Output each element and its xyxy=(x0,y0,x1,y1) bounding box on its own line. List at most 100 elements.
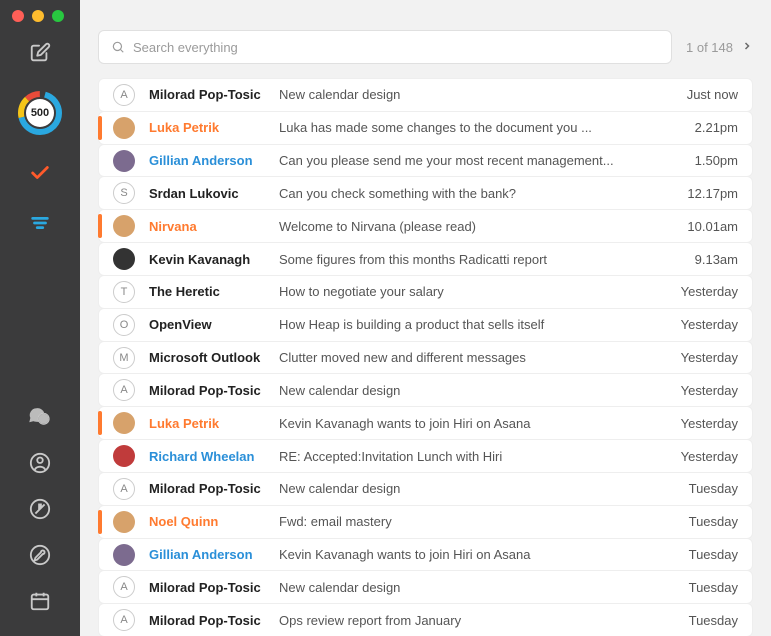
message-list: AMilorad Pop-TosicNew calendar designJus… xyxy=(98,78,753,636)
timestamp: Just now xyxy=(687,87,738,102)
profile-icon[interactable] xyxy=(27,450,53,476)
timestamp: Yesterday xyxy=(681,350,738,365)
settings-icon[interactable] xyxy=(27,542,53,568)
subject: Fwd: email mastery xyxy=(279,514,689,529)
pager-next-icon[interactable] xyxy=(741,40,753,55)
timestamp: 12.17pm xyxy=(687,186,738,201)
timestamp: 9.13am xyxy=(695,252,738,267)
pager-text: 1 of 148 xyxy=(686,40,733,55)
message-row[interactable]: Noel QuinnFwd: email masteryTuesday xyxy=(98,505,753,539)
timestamp: 10.01am xyxy=(687,219,738,234)
message-row[interactable]: Gillian AndersonCan you please send me y… xyxy=(98,144,753,178)
avatar: A xyxy=(113,576,135,598)
sender-name: Milorad Pop-Tosic xyxy=(149,383,279,398)
message-row[interactable]: NirvanaWelcome to Nirvana (please read)1… xyxy=(98,209,753,243)
sender-name: Milorad Pop-Tosic xyxy=(149,481,279,496)
sidebar: 500 xyxy=(0,0,80,636)
avatar: O xyxy=(113,314,135,336)
avatar: T xyxy=(113,281,135,303)
tasks-icon[interactable] xyxy=(27,160,53,186)
timestamp: 1.50pm xyxy=(695,153,738,168)
sender-name: Nirvana xyxy=(149,219,279,234)
message-row[interactable]: A Milorad Pop-TosicNew calendar designJus… xyxy=(98,78,753,112)
message-row[interactable]: Luka PetrikKevin Kavanagh wants to join … xyxy=(98,406,753,440)
subject: Kevin Kavanagh wants to join Hiri on Asa… xyxy=(279,547,689,562)
sender-name: Milorad Pop-Tosic xyxy=(149,87,279,102)
subject: New calendar design xyxy=(279,383,681,398)
sender-name: Noel Quinn xyxy=(149,514,279,529)
topbar: Search everything 1 of 148 xyxy=(98,30,753,64)
compose-icon[interactable] xyxy=(27,40,53,66)
calendar-icon[interactable] xyxy=(27,588,53,614)
message-row[interactable]: S Srdan LukovicCan you check something wi… xyxy=(98,176,753,210)
sender-name: Kevin Kavanagh xyxy=(149,252,279,267)
sender-name: Gillian Anderson xyxy=(149,547,279,562)
pager: 1 of 148 xyxy=(686,40,753,55)
message-row[interactable]: Kevin KavanaghSome figures from this mon… xyxy=(98,242,753,276)
zoom-window-button[interactable] xyxy=(52,10,64,22)
subject: Can you check something with the bank? xyxy=(279,186,687,201)
unread-flag xyxy=(98,116,102,140)
unread-flag xyxy=(98,411,102,435)
timestamp: Yesterday xyxy=(681,317,738,332)
unread-flag xyxy=(98,214,102,238)
sender-name: Gillian Anderson xyxy=(149,153,279,168)
message-row[interactable]: AMilorad Pop-TosicNew calendar designYes… xyxy=(98,373,753,407)
avatar xyxy=(113,248,135,270)
subject: New calendar design xyxy=(279,481,689,496)
activity-icon[interactable] xyxy=(27,496,53,522)
sender-name: Richard Wheelan xyxy=(149,449,279,464)
message-row[interactable]: Luka PetrikLuka has made some changes to… xyxy=(98,111,753,145)
subject: RE: Accepted:Invitation Lunch with Hiri xyxy=(279,449,681,464)
sender-name: OpenView xyxy=(149,317,279,332)
message-row[interactable]: TThe HereticHow to negotiate your salary… xyxy=(98,275,753,309)
timestamp: Yesterday xyxy=(681,284,738,299)
dashboard-score[interactable]: 500 xyxy=(17,90,63,136)
sender-name: Milorad Pop-Tosic xyxy=(149,613,279,628)
subject: New calendar design xyxy=(279,580,689,595)
timestamp: Yesterday xyxy=(681,449,738,464)
sender-name: Microsoft Outlook xyxy=(149,350,279,365)
window-controls xyxy=(0,0,64,32)
search-input[interactable]: Search everything xyxy=(98,30,672,64)
message-row[interactable]: Richard WheelanRE: Accepted:Invitation L… xyxy=(98,439,753,473)
avatar: A xyxy=(113,609,135,631)
subject: How Heap is building a product that sell… xyxy=(279,317,681,332)
timestamp: Tuesday xyxy=(689,613,738,628)
close-window-button[interactable] xyxy=(12,10,24,22)
avatar xyxy=(113,511,135,533)
message-row[interactable]: Gillian AndersonKevin Kavanagh wants to … xyxy=(98,538,753,572)
subject: New calendar design xyxy=(279,87,687,102)
timestamp: Yesterday xyxy=(681,416,738,431)
avatar xyxy=(113,150,135,172)
timestamp: Tuesday xyxy=(689,547,738,562)
sender-name: Srdan Lukovic xyxy=(149,186,279,201)
minimize-window-button[interactable] xyxy=(32,10,44,22)
timestamp: Tuesday xyxy=(689,514,738,529)
sender-name: Luka Petrik xyxy=(149,416,279,431)
subject: Welcome to Nirvana (please read) xyxy=(279,219,687,234)
subject: Can you please send me your most recent … xyxy=(279,153,695,168)
main-panel: Search everything 1 of 148 AMilorad Pop-… xyxy=(80,0,771,636)
sender-name: Luka Petrik xyxy=(149,120,279,135)
avatar: S xyxy=(113,182,135,204)
avatar xyxy=(113,445,135,467)
search-icon xyxy=(111,40,125,54)
avatar: A xyxy=(113,478,135,500)
avatar xyxy=(113,117,135,139)
search-placeholder: Search everything xyxy=(133,40,238,55)
message-row[interactable]: O OpenViewHow Heap is building a product … xyxy=(98,308,753,342)
avatar xyxy=(113,215,135,237)
message-row[interactable]: A Milorad Pop-TosicOps review report from… xyxy=(98,603,753,636)
avatar xyxy=(113,544,135,566)
unread-flag xyxy=(98,510,102,534)
filter-icon[interactable] xyxy=(27,210,53,236)
chat-icon[interactable] xyxy=(27,404,53,430)
subject: Ops review report from January xyxy=(279,613,689,628)
message-row[interactable]: AMilorad Pop-TosicNew calendar designTue… xyxy=(98,472,753,506)
avatar: A xyxy=(113,84,135,106)
timestamp: 2.21pm xyxy=(695,120,738,135)
message-row[interactable]: AMilorad Pop-TosicNew calendar designTue… xyxy=(98,570,753,604)
message-row[interactable]: MMicrosoft OutlookClutter moved new and … xyxy=(98,341,753,375)
subject: Kevin Kavanagh wants to join Hiri on Asa… xyxy=(279,416,681,431)
